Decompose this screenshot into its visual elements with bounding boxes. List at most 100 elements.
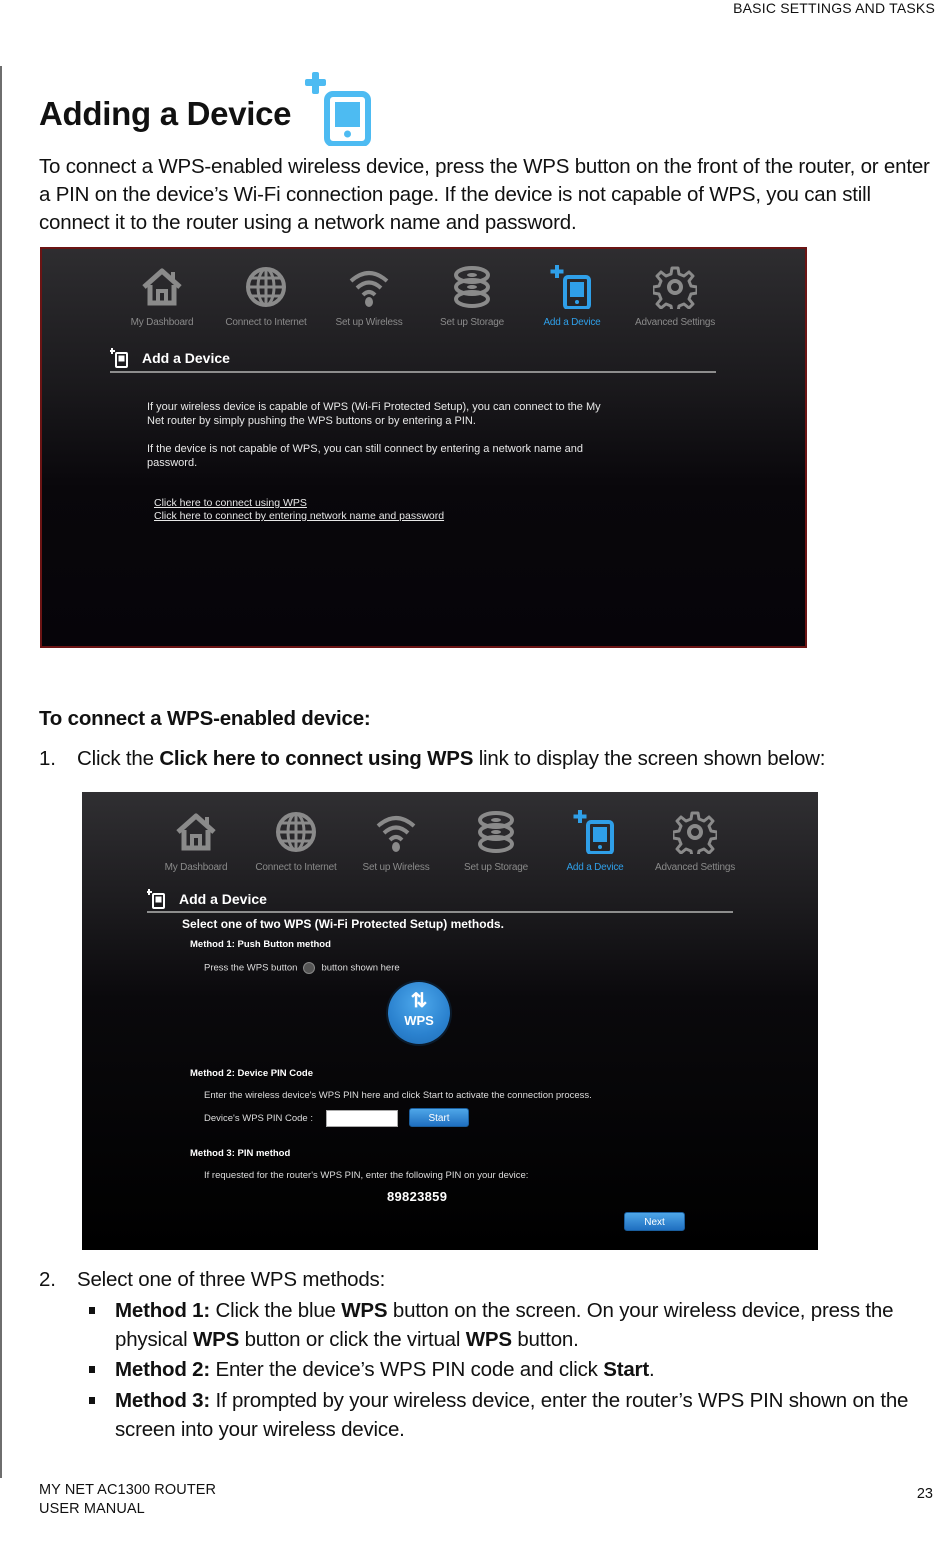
- gear-icon: [673, 810, 717, 854]
- bullet-bold: WPS: [192, 1328, 240, 1351]
- nav-label: Connect to Internet: [225, 317, 307, 328]
- start-button[interactable]: Start: [409, 1108, 469, 1127]
- router-wps-pin: 89823859: [387, 1189, 448, 1204]
- storage-icon: [474, 810, 518, 854]
- pin-code-label: Device's WPS PIN Code :: [204, 1113, 313, 1124]
- wps-methods-heading: Select one of two WPS (Wi-Fi Protected S…: [182, 917, 504, 931]
- bullet-bold: WPS: [341, 1299, 388, 1322]
- nav-item-advanced-settings[interactable]: Advanced Settings: [640, 810, 750, 873]
- screenshot-add-device: My Dashboard Connect to Internet Set up Wi…: [40, 247, 807, 648]
- nav-label: My Dashboard: [130, 317, 194, 328]
- margin-rule: [0, 66, 2, 1478]
- storage-icon: [450, 265, 494, 309]
- home-icon: [174, 810, 218, 854]
- bullet-text: Enter the device’s WPS PIN code and clic…: [210, 1358, 604, 1381]
- add-device-small-icon: [147, 889, 165, 909]
- nav-label: My Dashboard: [164, 862, 228, 873]
- nav-label: Add a Device: [566, 862, 624, 873]
- section-title: Add a Device: [142, 350, 230, 366]
- bullet-text: button.: [511, 1328, 579, 1351]
- nav-item-set-up-wireless[interactable]: Set up Wireless: [314, 265, 424, 328]
- bullet-lead: Method 1:: [115, 1299, 210, 1322]
- method-1-text-pre: Press the WPS button: [204, 962, 298, 974]
- nav-item-advanced-settings[interactable]: Advanced Settings: [620, 265, 730, 328]
- add-device-icon: [550, 265, 594, 309]
- method-1-text-post: button shown here: [321, 962, 400, 974]
- wps-description: If your wireless device is capable of WP…: [147, 401, 601, 427]
- step-2: 2. Select one of three WPS methods:: [39, 1266, 385, 1294]
- method-3-title: Method 3: PIN method: [190, 1148, 291, 1159]
- method-1-text: Press the WPS button button shown here: [204, 962, 400, 974]
- nav-label: Set up Storage: [440, 317, 504, 328]
- nav-item-add-a-device[interactable]: Add a Device: [540, 810, 650, 873]
- step-text: Select one of three WPS methods:: [77, 1268, 386, 1291]
- bullet-bold: Start: [603, 1358, 649, 1381]
- bullet-lead: Method 2:: [115, 1358, 210, 1381]
- connect-using-wps-link[interactable]: Click here to connect using WPS: [154, 497, 307, 509]
- home-icon: [140, 265, 184, 309]
- method-2-bullet: Method 2: Enter the device’s WPS PIN cod…: [89, 1355, 939, 1384]
- screenshot-wps-methods: My Dashboard Connect to Internet Set up Wi…: [82, 792, 818, 1250]
- page-title: Adding a Device: [39, 95, 292, 132]
- bullet-lead: Method 3:: [115, 1389, 210, 1412]
- method-2-title: Method 2: Device PIN Code: [190, 1068, 313, 1079]
- nav-label: Set up Wireless: [335, 317, 403, 328]
- intro-paragraph: To connect a WPS-enabled wireless device…: [39, 155, 930, 234]
- globe-icon: [244, 265, 288, 309]
- footer-product: MY NET AC1300 ROUTER USER MANUAL: [39, 1481, 216, 1519]
- method-1-title: Method 1: Push Button method: [190, 939, 331, 950]
- add-device-icon: [305, 72, 371, 146]
- bullet-marker: [89, 1366, 95, 1373]
- step-text: link to display the screen shown below:: [473, 747, 826, 770]
- nav-item-my-dashboard[interactable]: My Dashboard: [107, 265, 217, 328]
- section-header: BASIC SETTINGS AND TASKS: [733, 0, 935, 16]
- bullet-text: button or click the virtual: [239, 1328, 466, 1351]
- gear-icon: [653, 265, 697, 309]
- wps-mini-icon: [303, 962, 316, 974]
- next-button[interactable]: Next: [624, 1212, 685, 1231]
- wps-push-button[interactable]: ⇅ WPS: [388, 982, 450, 1044]
- nav-item-connect-to-internet[interactable]: Connect to Internet: [241, 810, 351, 873]
- step-1: 1. Click the Click here to connect using …: [39, 745, 825, 773]
- section-heading: Add a Device: [147, 889, 267, 909]
- device-pin-input[interactable]: [326, 1110, 398, 1127]
- bullet-marker: [89, 1397, 95, 1404]
- section-divider: [110, 371, 716, 373]
- non-wps-description: If the device is not capable of WPS, you…: [147, 443, 583, 469]
- procedure-heading: To connect a WPS-enabled device:: [39, 707, 371, 730]
- connect-manual-link[interactable]: Click here to connect by entering networ…: [154, 510, 444, 522]
- bullet-bold: WPS: [465, 1328, 512, 1351]
- nav-item-set-up-wireless[interactable]: Set up Wireless: [341, 810, 451, 873]
- nav-item-set-up-storage[interactable]: Set up Storage: [417, 265, 527, 328]
- step-number: 2.: [39, 1268, 56, 1291]
- add-device-icon: [573, 810, 617, 854]
- bullet-text: If prompted by your wireless device, ent…: [115, 1389, 909, 1441]
- bullet-text: .: [648, 1358, 655, 1381]
- nav-item-connect-to-internet[interactable]: Connect to Internet: [211, 265, 321, 328]
- wifi-icon: [347, 265, 391, 309]
- page-number: 23: [916, 1486, 933, 1502]
- method-1-bullet: Method 1: Click the blue WPS button on t…: [89, 1296, 939, 1354]
- bullet-text: Click the blue: [210, 1299, 342, 1322]
- wps-arrows-icon: ⇅: [410, 990, 428, 1012]
- nav-item-my-dashboard[interactable]: My Dashboard: [141, 810, 251, 873]
- section-divider: [147, 911, 733, 913]
- nav-item-set-up-storage[interactable]: Set up Storage: [441, 810, 551, 873]
- step-bold-text: Click here to connect using WPS: [159, 747, 474, 770]
- nav-label: Set up Storage: [464, 862, 528, 873]
- nav-label: Add a Device: [543, 317, 601, 328]
- footer-product-name: MY NET AC1300 ROUTER: [39, 1482, 217, 1498]
- nav-item-add-a-device[interactable]: Add a Device: [517, 265, 627, 328]
- nav-label: Advanced Settings: [635, 317, 715, 328]
- method-2-text: Enter the wireless device's WPS PIN here…: [204, 1090, 592, 1101]
- footer-doc-type: USER MANUAL: [39, 1501, 145, 1517]
- add-device-small-icon: [110, 348, 128, 368]
- method-3-bullet: Method 3: If prompted by your wireless d…: [89, 1386, 939, 1444]
- step-number: 1.: [39, 747, 56, 770]
- step-text: Click the: [77, 747, 160, 770]
- nav-label: Advanced Settings: [655, 862, 735, 873]
- nav-label: Set up Wireless: [362, 862, 430, 873]
- wifi-icon: [374, 810, 418, 854]
- method-3-text: If requested for the router's WPS PIN, e…: [204, 1170, 529, 1181]
- bullet-marker: [89, 1307, 95, 1314]
